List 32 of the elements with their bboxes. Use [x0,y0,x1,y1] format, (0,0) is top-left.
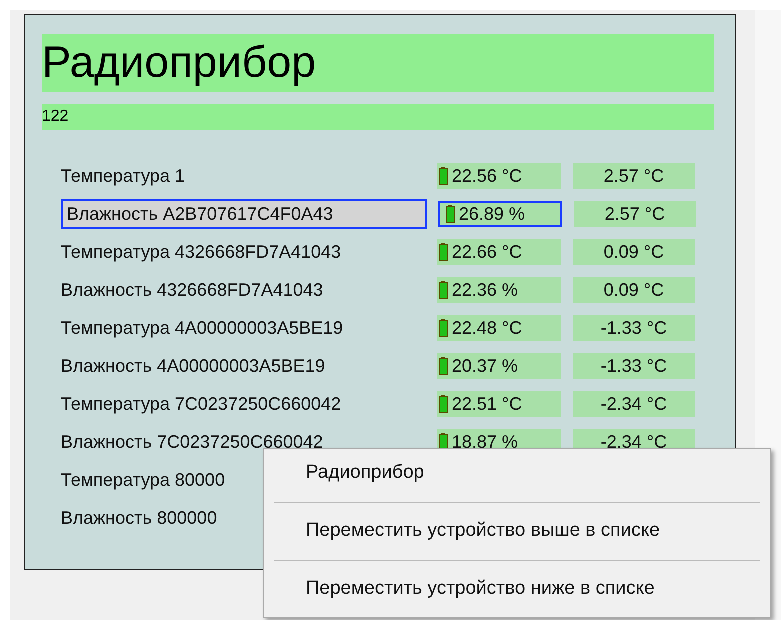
sensor-delta: -2.34 °C [573,391,695,417]
sensor-value: 26.89 % [438,201,562,227]
sensor-delta: 0.09 °C [573,239,695,265]
device-number: 122 [42,104,714,130]
sensor-name[interactable]: Температура 1 [60,161,426,191]
sensor-delta: 2.57 °C [574,201,696,227]
sensor-delta: 2.57 °C [573,163,695,189]
device-title: Радиоприбор [42,34,714,92]
battery-icon [439,357,448,375]
sensor-value: 22.36 % [437,277,561,303]
sensor-name[interactable]: Температура 4A00000003A5BE19 [60,313,426,343]
battery-icon [439,243,448,261]
sensor-name[interactable]: Влажность 4A00000003A5BE19 [60,351,426,381]
menu-item[interactable]: Переместить устройство выше в списке [274,507,760,556]
sensor-name[interactable]: Влажность A2B707617C4F0A43 [61,199,427,229]
battery-icon [439,167,448,185]
battery-icon [439,395,448,413]
sensor-name[interactable]: Температура 7C0237250C660042 [60,389,426,419]
sensor-delta: -1.33 °C [573,315,695,341]
sensor-delta: 0.09 °C [573,277,695,303]
sensor-name[interactable]: Температура 4326668FD7A41043 [60,237,426,267]
sensor-value: 22.56 °C [437,163,561,189]
battery-icon [446,205,455,223]
sensor-value: 20.37 % [437,353,561,379]
battery-icon [439,319,448,337]
menu-item[interactable]: Переместить устройство ниже в списке [274,565,760,614]
sensor-value: 22.48 °C [437,315,561,341]
battery-icon [439,281,448,299]
sensor-name[interactable]: Влажность 4326668FD7A41043 [60,275,426,305]
sensor-value: 22.51 °C [437,391,561,417]
sensor-value: 22.66 °C [437,239,561,265]
sensor-delta: -1.33 °C [573,353,695,379]
